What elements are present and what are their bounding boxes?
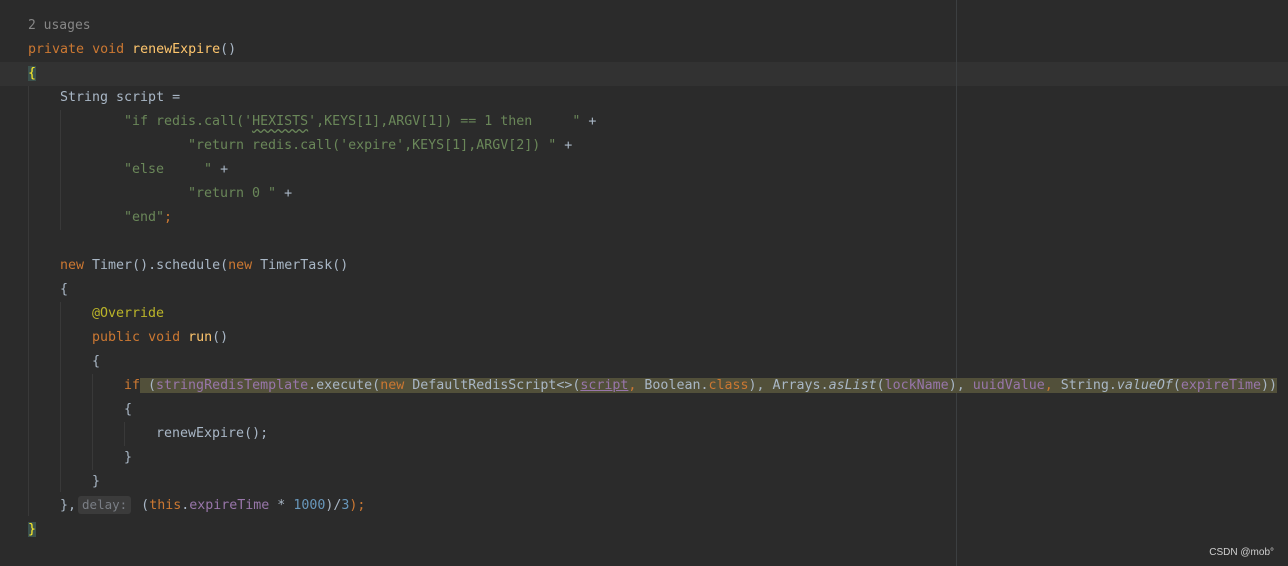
paren: () xyxy=(212,330,229,345)
script-declaration: String script = xyxy=(60,90,181,105)
indent-guide xyxy=(124,422,125,446)
keyword: class xyxy=(708,378,749,393)
string-literal: "else " xyxy=(124,162,213,177)
method-name: renewExpire xyxy=(132,42,221,57)
string-literal: "if redis.call(' xyxy=(124,114,253,129)
field-ref: lockName xyxy=(884,378,949,393)
string-literal: "return redis.call('expire',KEYS[1],ARGV… xyxy=(188,138,557,153)
matched-brace: } xyxy=(28,522,37,537)
field-ref: stringRedisTemplate xyxy=(156,378,309,393)
keyword: this xyxy=(149,498,182,513)
typo-highlight: HEXISTS xyxy=(252,114,309,129)
matched-brace: { xyxy=(28,66,37,81)
class-ref: Boolean. xyxy=(644,378,709,393)
timer-task: TimerTask() xyxy=(252,258,349,273)
indent-guide xyxy=(60,110,61,230)
indent-guide xyxy=(28,86,29,516)
if-statement: if (stringRedisTemplate.execute(new Defa… xyxy=(124,374,1277,398)
keyword: new xyxy=(60,258,85,273)
brace-close-line: } xyxy=(92,474,101,489)
class-ref: DefaultRedisScript<>( xyxy=(404,378,581,393)
method-call: renewExpire xyxy=(156,426,245,441)
override-annotation: @Override xyxy=(92,306,165,321)
timer-call: Timer().schedule( xyxy=(84,258,229,273)
class-ref: String. xyxy=(1060,378,1117,393)
lua-line-if: "if redis.call('HEXISTS',KEYS[1],ARGV[1]… xyxy=(124,110,596,134)
renew-call-line: renewExpire(); xyxy=(156,422,268,446)
string-literal: "end" xyxy=(124,210,165,225)
run-signature: public void run() xyxy=(92,326,228,350)
field-ref: uuidValue xyxy=(972,378,1045,393)
paren: ( xyxy=(876,378,885,393)
open-brace-line: { xyxy=(28,62,37,86)
indent-guide xyxy=(60,302,61,492)
operator: + xyxy=(212,162,229,177)
semicolon: ; xyxy=(164,210,173,225)
right-margin-guide xyxy=(956,0,957,566)
keyword: new xyxy=(228,258,253,273)
lua-line-end: "end"; xyxy=(124,206,172,230)
warning-highlight[interactable]: (stringRedisTemplate.execute(new Default… xyxy=(140,378,1277,393)
keyword: if xyxy=(124,378,141,393)
paren: () xyxy=(220,42,237,57)
paren: ( xyxy=(1172,378,1181,393)
string-literal: ',KEYS[1],ARGV[1]) == 1 then " xyxy=(308,114,581,129)
caret-line-highlight xyxy=(0,62,1288,86)
usages-hint[interactable]: 2 usages xyxy=(28,14,91,38)
keyword: public xyxy=(92,330,141,345)
paren: ( xyxy=(140,378,157,393)
keyword: void xyxy=(148,330,181,345)
brace-close-line: } xyxy=(124,450,133,465)
timer-schedule-line: new Timer().schedule(new TimerTask() xyxy=(60,254,348,278)
field-ref: expireTime xyxy=(189,498,270,513)
comma: , xyxy=(1044,378,1061,393)
call-tail: (); xyxy=(244,426,269,441)
method-signature: private void renewExpire() xyxy=(28,38,236,62)
lua-line-else: "else " + xyxy=(124,158,228,182)
lua-line-return-0: "return 0 " + xyxy=(188,182,292,206)
field-ref: expireTime xyxy=(1180,378,1261,393)
operator: + xyxy=(276,186,293,201)
operator: + xyxy=(556,138,573,153)
brace-line: { xyxy=(124,402,133,417)
keyword: void xyxy=(92,42,125,57)
parameter-hint: delay: xyxy=(78,496,132,514)
paren: ), xyxy=(948,378,973,393)
static-method: valueOf xyxy=(1116,378,1173,393)
close-brace-line: } xyxy=(28,518,37,542)
comma: , xyxy=(628,378,645,393)
string-literal: "return 0 " xyxy=(188,186,277,201)
paren: ( xyxy=(133,498,150,513)
lua-line-return-expire: "return redis.call('expire',KEYS[1],ARGV… xyxy=(188,134,572,158)
schedule-end-line: }, delay: (this.expireTime * 1000)/3); xyxy=(60,494,365,518)
operator: + xyxy=(580,114,597,129)
watermark: CSDN @mob° xyxy=(1209,547,1274,558)
static-method: asList xyxy=(828,378,877,393)
semicolon: ); xyxy=(349,498,366,513)
indent-guide xyxy=(92,374,93,470)
number-literal: 1000 xyxy=(293,498,326,513)
method-call: .execute( xyxy=(308,378,381,393)
code-editor[interactable]: 2 usages private void renewExpire() { St… xyxy=(0,0,1288,566)
operator: )/ xyxy=(325,498,342,513)
class-ref: Arrays. xyxy=(772,378,829,393)
paren: )) xyxy=(1260,378,1277,393)
keyword: private xyxy=(28,42,85,57)
method-name: run xyxy=(188,330,213,345)
brace-line: { xyxy=(60,282,69,297)
keyword: new xyxy=(380,378,405,393)
brace: }, xyxy=(60,498,77,513)
variable-ref: script xyxy=(580,378,629,393)
paren: ), xyxy=(748,378,773,393)
operator: * xyxy=(269,498,294,513)
brace-line: { xyxy=(92,354,101,369)
